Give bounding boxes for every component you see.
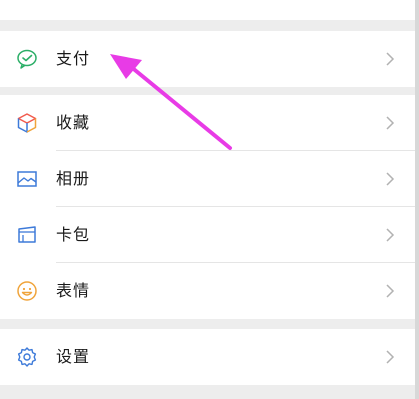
cube-icon xyxy=(14,110,40,136)
scroll-edge xyxy=(415,0,419,399)
wechat-me-menu: 支付 收藏 相册 卡包 表情 设置 xyxy=(0,0,419,399)
menu-item-label: 收藏 xyxy=(56,113,91,132)
menu-item-pay[interactable]: 支付 xyxy=(0,31,415,87)
wechat-pay-icon xyxy=(14,46,40,72)
menu-item-label: 设置 xyxy=(56,347,91,366)
gear-icon xyxy=(14,344,40,370)
chevron-right-icon xyxy=(386,350,395,364)
card-wallet-icon xyxy=(14,222,40,248)
menu-item-label: 表情 xyxy=(56,281,91,300)
chevron-right-icon xyxy=(386,172,395,186)
menu-item-settings[interactable]: 设置 xyxy=(0,329,415,385)
menu-item-label: 卡包 xyxy=(56,225,91,244)
menu-item-cards[interactable]: 卡包 xyxy=(0,207,415,263)
menu-item-stickers[interactable]: 表情 xyxy=(0,263,415,319)
previous-section-bottom xyxy=(0,0,415,20)
chevron-right-icon xyxy=(386,284,395,298)
menu-item-favorites[interactable]: 收藏 xyxy=(0,95,415,151)
menu-item-label: 相册 xyxy=(56,169,91,188)
chevron-right-icon xyxy=(386,116,395,130)
picture-icon xyxy=(14,166,40,192)
chevron-right-icon xyxy=(386,228,395,242)
menu-item-album[interactable]: 相册 xyxy=(0,151,415,207)
menu-item-label: 支付 xyxy=(56,49,91,68)
smiley-icon xyxy=(14,278,40,304)
chevron-right-icon xyxy=(386,52,395,66)
